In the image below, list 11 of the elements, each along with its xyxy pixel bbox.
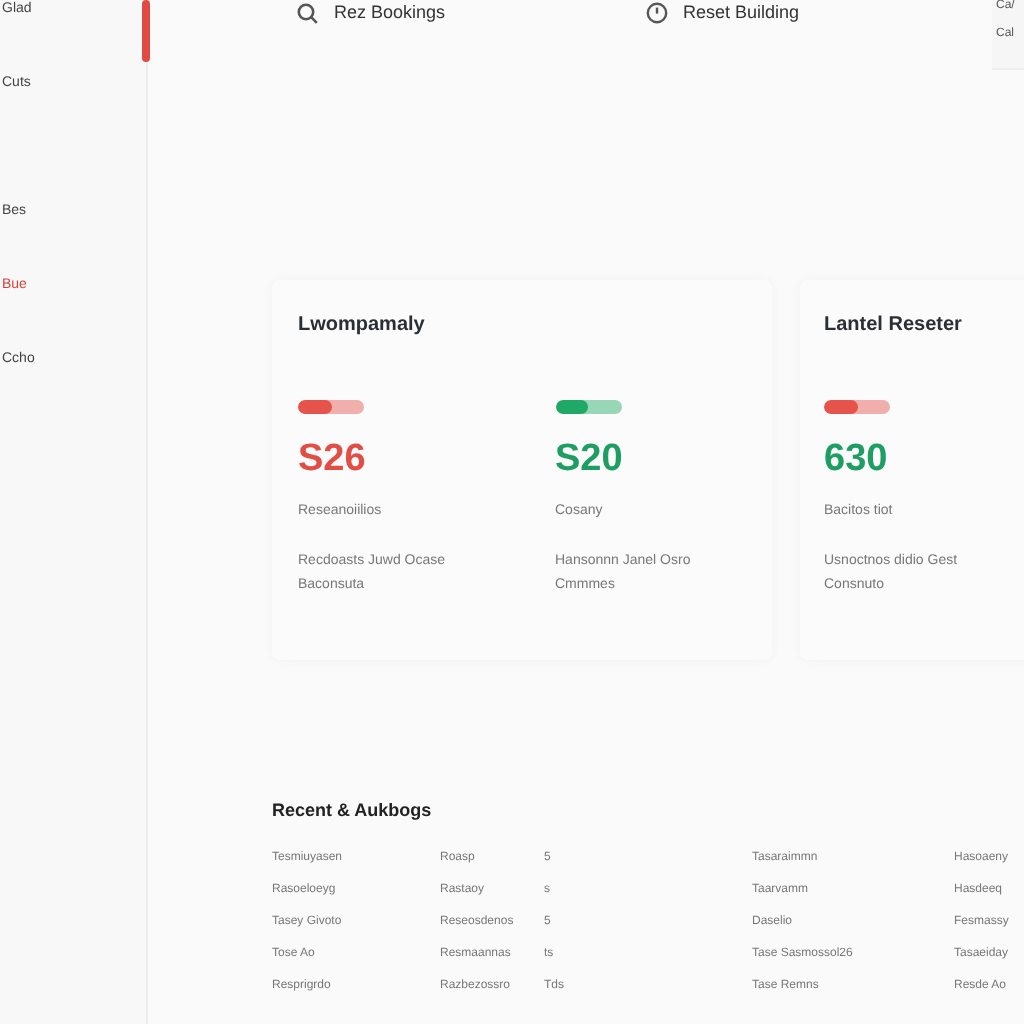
nav-link[interactable]: Rez Bookings (334, 2, 446, 22)
nav-link[interactable]: Reset Building (683, 2, 800, 22)
search-icon (296, 1, 318, 23)
section-title: Recent & Aukbogs (272, 800, 434, 820)
metric-value: S20 (555, 438, 625, 482)
clock-icon (645, 1, 668, 23)
metric-value: S26 (298, 438, 368, 482)
metric-value: 630 (824, 438, 890, 482)
scrollbar-thumb[interactable] (142, 0, 150, 62)
card-title: Lwompamaly (298, 314, 427, 336)
card-title: Lantel Reseter (824, 314, 964, 336)
